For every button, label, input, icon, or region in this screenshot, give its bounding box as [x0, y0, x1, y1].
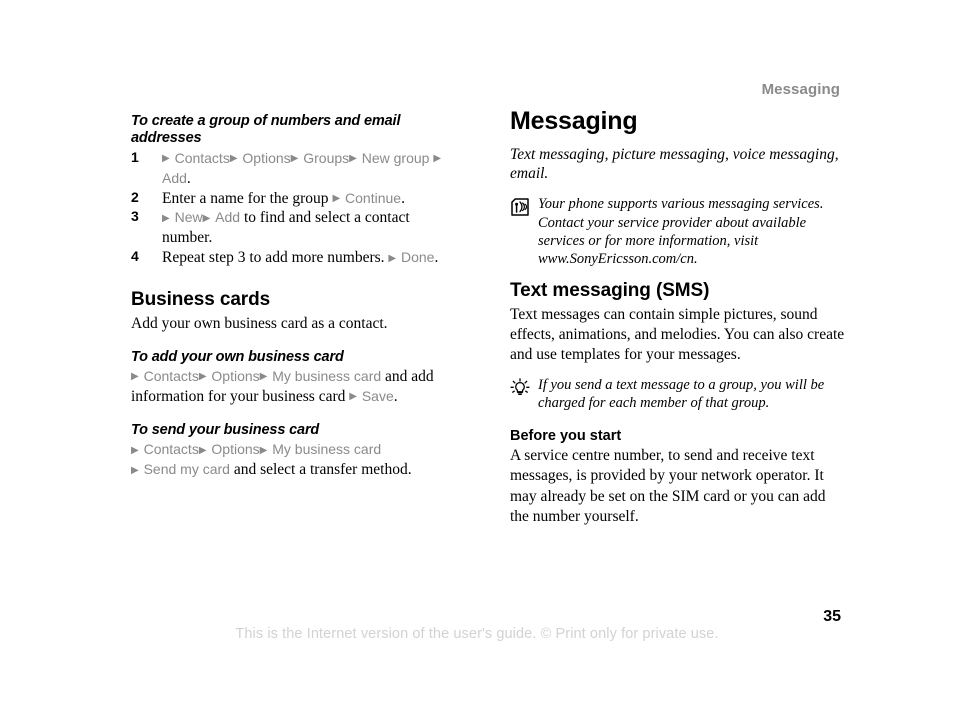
arrow-icon: ▶ [259, 444, 268, 456]
ui-reference: Options [211, 441, 260, 458]
ui-reference: Groups [303, 149, 350, 166]
step-item: 4 Repeat step 3 to add more numbers. ▶ D… [131, 248, 461, 268]
arrow-icon: ▶ [162, 212, 170, 224]
ui-reference: Save [361, 387, 394, 404]
task-heading-add-business-card: To add your own business card [131, 348, 344, 365]
section-intro-business-cards: Add your own business card as a contact. [131, 314, 388, 332]
subsection-heading-before-you-start: Before you start [510, 427, 622, 444]
arrow-icon: ▶ [259, 371, 268, 383]
step-number: 1 [131, 148, 139, 165]
step-item: 3 ▶ New▶ Add to find and select a contac… [131, 208, 461, 248]
ui-reference: Add [215, 209, 241, 226]
step-text: ▶ New▶ Add to find and select a contact … [162, 209, 410, 247]
task-body-add-business-card: ▶ Contacts▶ Options▶ My business card an… [131, 367, 434, 405]
ui-reference: New [174, 209, 203, 226]
arrow-icon: ▶ [198, 444, 207, 456]
ui-reference: New group [361, 149, 430, 166]
arrow-icon: ▶ [349, 153, 357, 165]
ui-reference: Options [242, 149, 291, 166]
subsection-body-before-you-start: A service centre number, to send and rec… [510, 447, 826, 525]
step-number: 2 [131, 188, 139, 205]
arrow-icon: ▶ [349, 391, 357, 403]
ui-reference: Options [211, 367, 260, 384]
task-body-send-business-card: ▶ Contacts▶ Options▶ My business card ▶ S… [131, 441, 412, 479]
arrow-icon: ▶ [388, 252, 397, 264]
ui-reference: My business card [272, 441, 382, 458]
chapter-intro: Text messaging, picture messaging, voice… [510, 145, 839, 183]
ui-reference: Done [401, 249, 435, 266]
ui-reference: Contacts [143, 367, 199, 384]
note-tip: If you send a text message to a group, y… [510, 376, 845, 413]
signal-waves-icon [510, 197, 530, 217]
arrow-icon: ▶ [131, 444, 139, 456]
arrow-icon: ▶ [202, 212, 211, 224]
ui-reference: Add [162, 169, 187, 186]
step-item: 1 ▶ Contacts▶ Options▶ Groups▶ New group… [131, 149, 461, 189]
arrow-icon: ▶ [433, 153, 442, 165]
procedure-steps-create-group: 1 ▶ Contacts▶ Options▶ Groups▶ New group… [131, 149, 461, 268]
chapter-title-messaging: Messaging [510, 107, 638, 135]
section-heading-text-messaging: Text messaging (SMS) [510, 279, 710, 301]
left-column: To create a group of numbers and email a… [131, 113, 461, 480]
ui-reference: Contacts [174, 149, 230, 166]
step-number: 4 [131, 248, 139, 265]
arrow-icon: ▶ [198, 371, 207, 383]
footer-disclaimer: This is the Internet version of the user… [235, 626, 719, 642]
ui-reference: Contacts [143, 441, 199, 458]
step-text: Repeat step 3 to add more numbers. ▶ Don… [162, 249, 439, 267]
running-header: Messaging [761, 81, 840, 98]
arrow-icon: ▶ [229, 153, 238, 165]
task-heading-create-group: To create a group of numbers and email a… [131, 113, 401, 146]
note-tip-text: If you send a text message to a group, y… [538, 377, 825, 412]
note-service-info-text: Your phone supports various messaging se… [538, 196, 824, 268]
ui-reference: Continue [345, 189, 402, 206]
arrow-icon: ▶ [162, 153, 170, 165]
arrow-icon: ▶ [131, 464, 139, 476]
section-body-text-messaging: Text messages can contain simple picture… [510, 305, 845, 363]
step-item: 2 Enter a name for the group ▶ Continue. [131, 189, 461, 209]
arrow-icon: ▶ [332, 193, 341, 205]
note-service-info: Your phone supports various messaging se… [510, 195, 845, 269]
ui-reference: Send my card [143, 461, 230, 478]
step-text: ▶ Contacts▶ Options▶ Groups▶ New group ▶… [162, 149, 442, 187]
lightbulb-tip-icon [510, 378, 530, 398]
page-number: 35 [823, 608, 841, 625]
step-number: 3 [131, 208, 139, 225]
ui-reference: My business card [272, 367, 382, 384]
task-heading-send-business-card: To send your business card [131, 422, 320, 439]
arrow-icon: ▶ [131, 371, 139, 383]
arrow-icon: ▶ [290, 153, 299, 165]
step-text: Enter a name for the group ▶ Continue. [162, 189, 405, 207]
right-column: Messaging Text messaging, picture messag… [510, 107, 845, 527]
document-page: Messaging To create a group of numbers a… [0, 0, 954, 710]
section-heading-business-cards: Business cards [131, 288, 271, 310]
